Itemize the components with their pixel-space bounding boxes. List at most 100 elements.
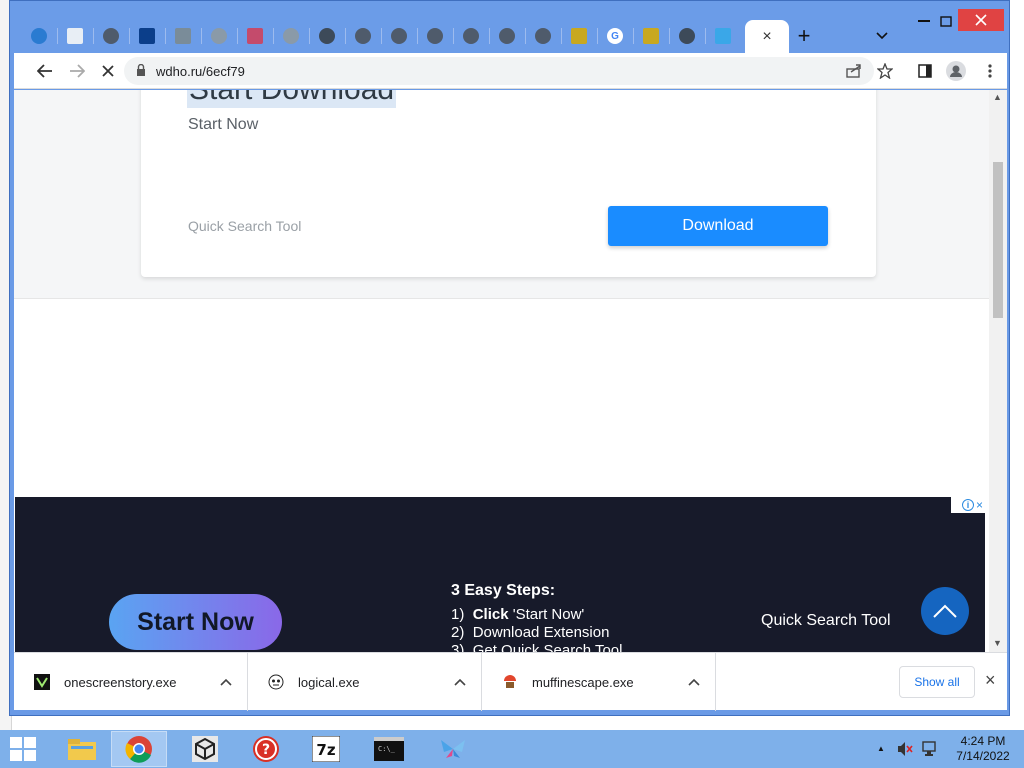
chevron-up-icon[interactable] xyxy=(688,678,700,686)
ad-steps-title: 3 Easy Steps: xyxy=(451,582,556,599)
chevron-down-icon xyxy=(876,32,888,40)
download-button[interactable]: Download xyxy=(608,206,828,246)
chevron-up-icon[interactable] xyxy=(220,678,232,686)
bigfish-icon xyxy=(139,28,155,44)
stop-icon xyxy=(102,65,114,77)
tab-16[interactable] xyxy=(561,23,597,49)
window-close-button[interactable] xyxy=(958,9,1004,31)
new-tab-button[interactable]: + xyxy=(790,23,818,49)
show-all-button[interactable]: Show all xyxy=(899,666,975,698)
speaker-muted-icon[interactable] xyxy=(897,741,913,757)
7zip-icon: 7z xyxy=(312,736,340,762)
tab-11[interactable] xyxy=(381,23,417,49)
taskbar-butterfly-app[interactable] xyxy=(425,731,481,767)
ad-choices-badge[interactable]: i × xyxy=(951,497,985,513)
close-shelf-button[interactable]: × xyxy=(985,670,996,691)
page-viewport: Start Download Start Now Quick Search To… xyxy=(14,90,989,652)
system-clock[interactable]: 4:24 PM 7/14/2022 xyxy=(950,734,1016,764)
puzzle-icon xyxy=(283,28,299,44)
tab-15[interactable] xyxy=(525,23,561,49)
tab-10[interactable] xyxy=(345,23,381,49)
step-text: Get Quick Search Tool xyxy=(472,642,623,652)
bird-icon xyxy=(31,28,47,44)
tab-12[interactable] xyxy=(417,23,453,49)
ad-start-now-button[interactable]: Start Now xyxy=(109,594,282,650)
scroll-to-top-button[interactable] xyxy=(921,587,969,635)
tab-3[interactable] xyxy=(93,23,129,49)
ad-tool-name: Quick Search Tool xyxy=(761,612,891,629)
taskbar-7zip[interactable]: 7z xyxy=(298,731,354,767)
tab-1[interactable] xyxy=(21,23,57,49)
browser-window: G × + wdho.ru/6ecf79 Start Now Quick Sea… xyxy=(9,0,1010,716)
download-item[interactable]: muffinescape.exe xyxy=(482,653,716,711)
kebab-menu-icon xyxy=(988,64,992,78)
scroll-up-arrow-icon[interactable]: ▲ xyxy=(993,92,1002,102)
tray-overflow-icon[interactable]: ▲ xyxy=(877,744,885,753)
tab-9[interactable] xyxy=(309,23,345,49)
terminal-icon: C:\_ xyxy=(374,737,404,761)
back-button[interactable] xyxy=(32,59,58,83)
tab-7[interactable] xyxy=(237,23,273,49)
tab-6[interactable] xyxy=(201,23,237,49)
google-icon: G xyxy=(607,28,623,44)
stop-button[interactable] xyxy=(95,59,121,83)
chevron-up-icon xyxy=(933,604,957,618)
tab-18[interactable] xyxy=(633,23,669,49)
info-icon[interactable]: i xyxy=(961,499,974,511)
tab-19[interactable] xyxy=(669,23,705,49)
chrome-icon xyxy=(125,736,152,763)
help-icon: ? xyxy=(253,736,279,762)
globe-icon xyxy=(355,28,371,44)
download-item[interactable]: logical.exe xyxy=(248,653,482,711)
forward-button[interactable] xyxy=(64,59,90,83)
start-button[interactable] xyxy=(8,736,38,762)
ad-close-icon[interactable]: × xyxy=(976,498,983,512)
address-bar[interactable]: wdho.ru/6ecf79 xyxy=(124,57,874,85)
taskbar-help[interactable]: ? xyxy=(238,731,294,767)
profile-button[interactable] xyxy=(943,59,969,83)
globe-icon xyxy=(499,28,515,44)
taskbar-chrome[interactable] xyxy=(111,731,167,767)
maximize-button[interactable] xyxy=(932,11,960,31)
step-text: 'Start Now' xyxy=(508,606,585,623)
vertical-scrollbar[interactable]: ▲ ▼ xyxy=(989,90,1007,652)
download-filename: onescreenstory.exe xyxy=(64,675,177,690)
tab-4[interactable] xyxy=(129,23,165,49)
butterfly-icon xyxy=(715,28,731,44)
taskbar-explorer[interactable] xyxy=(54,731,110,767)
tab-20[interactable] xyxy=(705,23,741,49)
cart-icon xyxy=(175,28,191,44)
download-shelf: onescreenstory.exe logical.exe muffinesc… xyxy=(14,652,1007,711)
side-panel-button[interactable] xyxy=(912,59,938,83)
card-subtitle: Start Now xyxy=(188,116,259,133)
step-number: 2) xyxy=(451,624,465,641)
network-icon[interactable] xyxy=(921,740,939,758)
tab-strip: G × + xyxy=(10,1,1009,53)
bookmark-button[interactable] xyxy=(872,59,898,83)
scrollbar-thumb[interactable] xyxy=(993,162,1003,318)
ad-banner[interactable]: i × Start Now 3 Easy Steps: 1) Click 'St… xyxy=(15,497,985,652)
download-item[interactable]: onescreenstory.exe xyxy=(14,653,248,711)
tab-2[interactable] xyxy=(57,23,93,49)
tab-search-button[interactable] xyxy=(868,23,896,49)
exe-app-icon xyxy=(504,675,516,688)
globe-icon xyxy=(103,28,119,44)
active-tab-close[interactable]: × xyxy=(745,20,789,53)
chevron-up-icon[interactable] xyxy=(454,678,466,686)
clock-date: 7/14/2022 xyxy=(956,749,1010,763)
tab-5[interactable] xyxy=(165,23,201,49)
gear-icon xyxy=(319,28,335,44)
tab-8[interactable] xyxy=(273,23,309,49)
tab-13[interactable] xyxy=(453,23,489,49)
globe-icon xyxy=(463,28,479,44)
taskbar-cmd[interactable]: C:\_ xyxy=(361,731,417,767)
scroll-down-arrow-icon[interactable]: ▼ xyxy=(993,638,1002,648)
taskbar-unity[interactable] xyxy=(177,731,233,767)
tab-14[interactable] xyxy=(489,23,525,49)
share-button[interactable] xyxy=(841,59,867,83)
folder-icon xyxy=(68,739,96,760)
tab-17[interactable]: G xyxy=(597,23,633,49)
menu-button[interactable] xyxy=(977,59,1003,83)
step-number: 1) xyxy=(451,606,465,623)
unity-cube-icon xyxy=(192,736,218,762)
